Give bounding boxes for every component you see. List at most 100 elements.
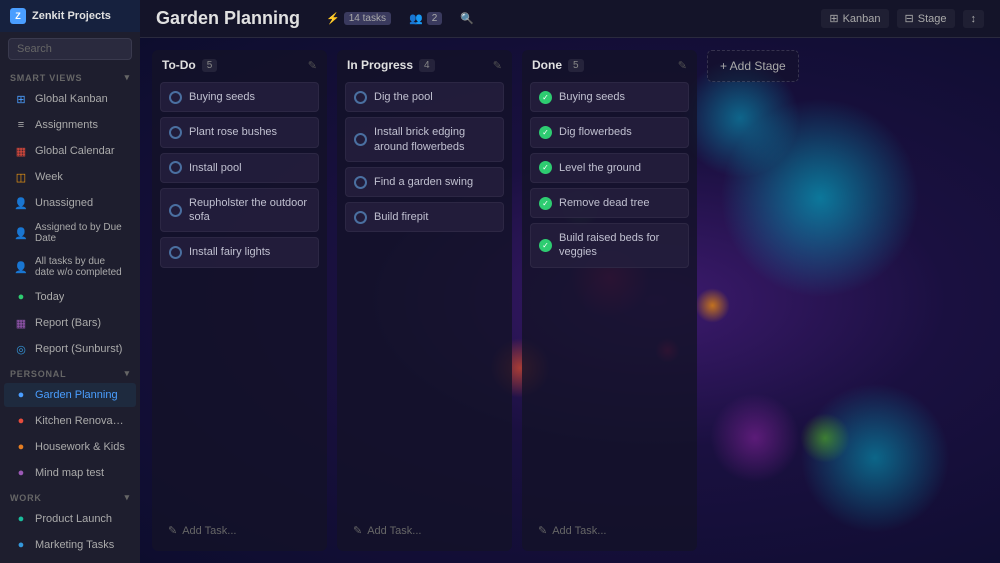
task-dig-flowerbeds[interactable]: ✓ Dig flowerbeds [530,117,689,147]
sidebar-item-report-sunburst[interactable]: ◎ Report (Sunburst) [4,337,136,361]
main-content: Garden Planning ⚡ 14 tasks 👥 2 🔍 ⊞ Kanba… [140,0,1000,563]
sidebar-item-label: Assignments [35,119,98,131]
sidebar-item-label: Mind map test [35,467,104,479]
task-circle-done: ✓ [539,197,552,210]
task-install-fairy-lights[interactable]: Install fairy lights [160,237,319,267]
add-stage-label: + Add Stage [720,59,786,73]
sidebar-item-assignments[interactable]: ≡ Assignments [4,113,136,137]
add-icon: ✎ [538,524,547,537]
filter-button[interactable]: ⚡ 14 tasks [320,9,397,28]
done-column-edit[interactable]: ✎ [678,59,687,72]
kanban-label: Kanban [843,13,881,25]
people-filter-button[interactable]: 👥 2 [403,9,448,28]
sidebar-item-unassigned[interactable]: 👤 Unassigned [4,191,136,215]
sidebar-item-label: Global Kanban [35,93,108,105]
task-plant-rose-bushes[interactable]: Plant rose bushes [160,117,319,147]
list-icon: ≡ [14,118,28,132]
sidebar-item-label: Assigned to by Due Date [35,222,126,244]
smart-views-chevron[interactable]: ▾ [125,72,130,83]
task-text: Build firepit [374,210,428,224]
task-remove-dead-tree[interactable]: ✓ Remove dead tree [530,188,689,218]
marketing-dot-icon: ● [14,538,28,552]
stage-view-button[interactable]: ⊟ Stage [897,9,955,28]
done-column-title: Done [532,58,562,72]
task-find-garden-swing[interactable]: Find a garden swing [345,167,504,197]
task-circle [169,246,182,259]
sidebar-item-kitchen-renovation[interactable]: ● Kitchen Renovation [4,409,136,433]
sidebar-item-garden-planning[interactable]: ● Garden Planning [4,383,136,407]
main-header: Garden Planning ⚡ 14 tasks 👥 2 🔍 ⊞ Kanba… [140,0,1000,38]
task-circle [169,161,182,174]
sidebar-item-week[interactable]: ◫ Week [4,165,136,189]
sidebar-item-report-bars[interactable]: ▦ Report (Bars) [4,311,136,335]
task-build-firepit[interactable]: Build firepit [345,202,504,232]
stage-label: Stage [918,13,947,25]
task-text: Plant rose bushes [189,125,277,139]
sidebar-item-global-kanban[interactable]: ⊞ Global Kanban [4,87,136,111]
kanban-view-button[interactable]: ⊞ Kanban [821,9,888,28]
done-column-count: 5 [568,59,584,72]
task-dig-pool[interactable]: Dig the pool [345,82,504,112]
sidebar-item-product-launch[interactable]: ● Product Launch [4,507,136,531]
sidebar-item-all-tasks[interactable]: 👤 All tasks by due date w/o completed [4,251,136,283]
task-level-ground[interactable]: ✓ Level the ground [530,153,689,183]
task-text: Build raised beds for veggies [559,231,680,260]
grid-icon: ⊞ [14,92,28,106]
task-buying-seeds-done[interactable]: ✓ Buying seeds [530,82,689,112]
todo-tasks-list: Buying seeds Plant rose bushes Install p… [152,78,327,512]
personal-chevron[interactable]: ▾ [125,368,130,379]
sidebar-item-global-calendar[interactable]: ▦ Global Calendar [4,139,136,163]
sidebar-item-marketing-tasks[interactable]: ● Marketing Tasks [4,533,136,557]
page-title: Garden Planning [156,8,300,29]
add-task-in-progress-button[interactable]: ✎ Add Task... [345,518,504,543]
sidebar-item-office-admin[interactable]: ● Office Admin [4,559,136,563]
personal-header: PERSONAL ▾ [0,362,140,382]
search-input[interactable] [8,38,132,60]
todo-column-footer: ✎ Add Task... [152,512,327,551]
kanban-board: To-Do 5 ✎ Buying seeds Plant rose bushes [140,38,1000,563]
task-text: Buying seeds [559,90,625,104]
todo-column-edit[interactable]: ✎ [308,59,317,72]
task-reupholster-sofa[interactable]: Reupholster the outdoor sofa [160,188,319,233]
header-right-controls: ⊞ Kanban ⊟ Stage ↕ [821,9,984,28]
add-task-done-button[interactable]: ✎ Add Task... [530,518,689,543]
task-text: Find a garden swing [374,175,473,189]
sidebar-item-mind-map[interactable]: ● Mind map test [4,461,136,485]
board-search-button[interactable]: 🔍 [454,9,480,28]
add-stage-button[interactable]: + Add Stage [707,50,799,82]
sort-button[interactable]: ↕ [963,10,985,28]
task-text: Dig the pool [374,90,433,104]
task-build-raised-beds[interactable]: ✓ Build raised beds for veggies [530,223,689,268]
task-circle-done: ✓ [539,239,552,252]
task-text: Install fairy lights [189,245,270,259]
todo-column-title: To-Do [162,58,196,72]
sidebar-item-label: Global Calendar [35,145,115,157]
sidebar-header: Z Zenkit Projects [0,0,140,32]
sidebar-item-label: Unassigned [35,197,93,209]
task-install-pool[interactable]: Install pool [160,153,319,183]
in-progress-column-count: 4 [419,59,435,72]
done-column-footer: ✎ Add Task... [522,512,697,551]
task-buying-seeds-todo[interactable]: Buying seeds [160,82,319,112]
task-text: Remove dead tree [559,196,650,210]
work-chevron[interactable]: ▾ [125,492,130,503]
in-progress-column: In Progress 4 ✎ Dig the pool Install bri… [337,50,512,551]
search-container [0,32,140,66]
search-icon: 🔍 [460,12,474,25]
task-circle [354,133,367,146]
sidebar-item-today[interactable]: ● Today [4,285,136,309]
add-task-label: Add Task... [367,525,421,537]
sidebar-item-label: Kitchen Renovation [35,415,126,427]
add-task-label: Add Task... [552,525,606,537]
task-install-brick-edging[interactable]: Install brick edging around flowerbeds [345,117,504,162]
done-column: Done 5 ✎ ✓ Buying seeds ✓ Dig flowerbeds… [522,50,697,551]
in-progress-column-edit[interactable]: ✎ [493,59,502,72]
sidebar-item-assigned-due[interactable]: 👤 Assigned to by Due Date [4,217,136,249]
sunburst-icon: ◎ [14,342,28,356]
task-circle-done: ✓ [539,91,552,104]
sort-icon: ↕ [971,13,977,25]
sidebar-item-label: Week [35,171,63,183]
kitchen-dot-icon: ● [14,414,28,428]
sidebar-item-housework-kids[interactable]: ● Housework & Kids [4,435,136,459]
add-task-todo-button[interactable]: ✎ Add Task... [160,518,319,543]
